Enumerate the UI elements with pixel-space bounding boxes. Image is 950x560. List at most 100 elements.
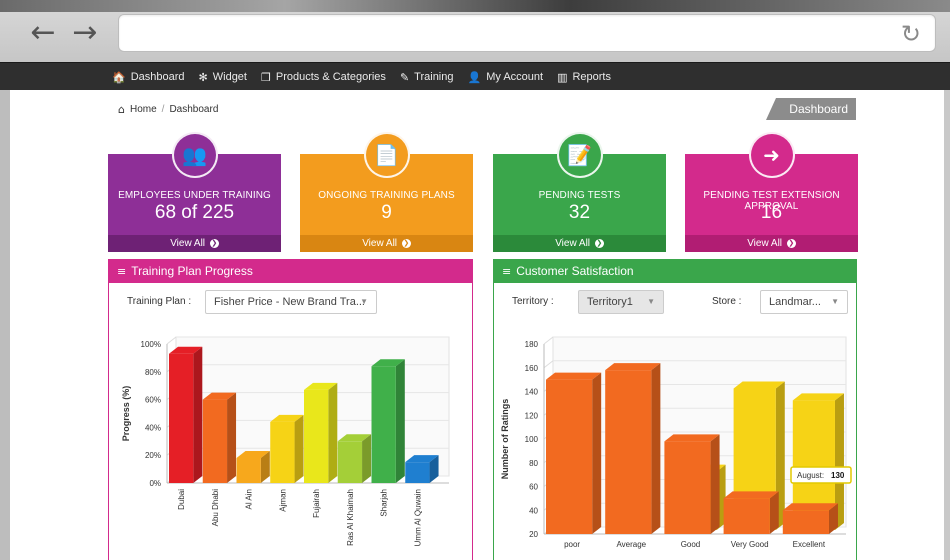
document-icon: 📄 xyxy=(374,143,399,167)
bar-front xyxy=(605,370,652,534)
bar-series2-poor xyxy=(546,372,602,534)
x-tick-label: Very Good xyxy=(731,540,769,549)
x-tick-label: Al Ain xyxy=(245,489,254,509)
tooltip-label: August: xyxy=(797,471,824,480)
bar-side xyxy=(362,434,372,483)
store-select-value: Landmar... xyxy=(769,296,821,308)
bar-front xyxy=(337,441,363,483)
bar-sharjah xyxy=(371,359,405,483)
training-plan-label: Training Plan : xyxy=(127,296,192,307)
y-tick-label: 120 xyxy=(525,411,539,420)
nav-item-training[interactable]: ✎ Training xyxy=(400,71,454,84)
stat-card-label: EMPLOYEES UNDER TRAINING xyxy=(118,190,271,201)
gear-icon: ✻ xyxy=(198,70,208,84)
stat-card-icon-circle: 📄 xyxy=(363,132,410,178)
nav-item-label: Widget xyxy=(212,71,247,83)
back-arrow-icon[interactable]: ← xyxy=(28,18,58,48)
view-all-link[interactable]: View All ❯ xyxy=(108,235,281,252)
bar-front xyxy=(304,389,329,483)
nav-item-label: Training xyxy=(414,71,454,83)
bar-series2-good xyxy=(664,434,720,534)
bar-front xyxy=(169,353,194,483)
customer-satisfaction-panel: ≡ Customer Satisfaction Territory : Terri… xyxy=(493,259,857,560)
y-tick-label: 80 xyxy=(529,459,538,468)
page-left-gutter xyxy=(0,90,10,560)
edit-icon: ✎ xyxy=(399,70,410,84)
nav-item-my-account[interactable]: 👤 My Account xyxy=(468,71,544,84)
view-all-link[interactable]: View All ❯ xyxy=(493,235,666,252)
view-all-link[interactable]: View All ❯ xyxy=(685,235,858,252)
y-tick-label: 100% xyxy=(141,340,161,349)
territory-select-value: Territory1 xyxy=(587,296,633,308)
satisfaction-panel-header: ≡ Customer Satisfaction xyxy=(494,260,856,283)
nav-item-widget[interactable]: ✻ Widget xyxy=(199,71,247,84)
bar-side xyxy=(294,414,304,483)
x-tick-label: Fujairah xyxy=(312,489,321,518)
bar-side xyxy=(395,359,405,483)
breadcrumb-current: Dashboard xyxy=(169,104,219,115)
address-bar[interactable]: ↻ xyxy=(118,14,936,52)
bar-front xyxy=(405,462,430,483)
breadcrumb-home[interactable]: Home xyxy=(130,104,157,115)
y-axis-title: Number of Ratings xyxy=(500,399,510,480)
bar-top xyxy=(782,503,838,511)
page-content: ⌂ Home / Dashboard Dashboard 👥 EMPLOYEES … xyxy=(0,90,950,560)
y-tick-label: 180 xyxy=(525,340,539,349)
tooltip-value: 130 xyxy=(831,471,845,480)
arrow-right-icon: ❯ xyxy=(401,238,411,248)
bar-front xyxy=(371,366,396,483)
store-select[interactable]: Landmar... ▼ xyxy=(760,290,848,314)
x-tick-label: Ajman xyxy=(278,489,287,512)
arrow-right-icon: ❯ xyxy=(594,238,604,248)
forward-arrow-icon[interactable]: → xyxy=(70,18,100,48)
arrow-right-icon: ❯ xyxy=(209,238,219,248)
y-tick-label: 140 xyxy=(525,388,539,397)
stat-card-value: 9 xyxy=(381,202,392,223)
territory-select[interactable]: Territory1 ▼ xyxy=(578,290,664,314)
bar-front xyxy=(546,379,593,534)
stat-card-icon-circle: ➜ xyxy=(748,132,795,178)
bar-top xyxy=(723,491,779,499)
bar-series2-average xyxy=(605,363,661,534)
x-tick-label: Abu Dhabi xyxy=(211,489,220,527)
stat-card: 📝 PENDING TESTS 32 View All ❯ xyxy=(493,132,666,252)
y-tick-label: 60 xyxy=(529,483,538,492)
list-icon: ≡ xyxy=(117,265,127,278)
breadcrumb-separator: / xyxy=(161,104,165,115)
training-plan-progress-panel: ≡ Training Plan Progress Training Plan : … xyxy=(108,259,473,560)
user-icon: 👤 xyxy=(467,70,482,84)
page-right-gutter xyxy=(944,90,950,560)
bar-front xyxy=(664,441,711,534)
bar-front xyxy=(236,457,261,483)
nav-item-label: Dashboard xyxy=(130,71,185,83)
nav-item-label: Reports xyxy=(572,71,611,83)
y-axis-title: Progress (%) xyxy=(121,386,131,442)
training-panel-title: Training Plan Progress xyxy=(131,264,253,278)
stat-card-icon-circle: 👥 xyxy=(171,132,218,178)
users-icon: 👥 xyxy=(182,143,207,167)
chevron-down-icon: ▼ xyxy=(647,297,655,306)
training-panel-header: ≡ Training Plan Progress xyxy=(109,260,472,283)
bar-side xyxy=(193,346,203,483)
nav-item-products-categories[interactable]: ❒ Products & Categories xyxy=(261,71,386,84)
bar-front xyxy=(782,510,829,534)
main-navigation: 🏠 Dashboard ✻ Widget ❒ Products & Categories ✎… xyxy=(0,62,950,90)
y-tick-label: 40% xyxy=(145,423,161,432)
bar-front xyxy=(202,399,228,483)
stat-card-icon-circle: 📝 xyxy=(556,132,603,178)
x-tick-label: poor xyxy=(564,540,580,549)
y-tick-label: 40 xyxy=(529,506,538,515)
x-tick-label: Dubai xyxy=(177,489,186,510)
training-plan-select[interactable]: Fisher Price - New Brand Tra... ▼ xyxy=(205,290,377,314)
stat-card-label: PENDING TESTS xyxy=(538,190,621,201)
bar-side xyxy=(592,372,602,534)
arrow-right-icon: ❯ xyxy=(786,238,796,248)
view-all-link[interactable]: View All ❯ xyxy=(300,235,473,252)
reload-icon[interactable]: ↻ xyxy=(901,20,921,48)
nav-item-label: Products & Categories xyxy=(275,71,386,83)
home-icon[interactable]: ⌂ xyxy=(118,103,125,116)
nav-item-dashboard[interactable]: 🏠 Dashboard xyxy=(112,71,185,84)
bar-front xyxy=(723,498,770,534)
bar-fujairah xyxy=(304,382,338,483)
nav-item-reports[interactable]: ▥ Reports xyxy=(557,71,611,84)
